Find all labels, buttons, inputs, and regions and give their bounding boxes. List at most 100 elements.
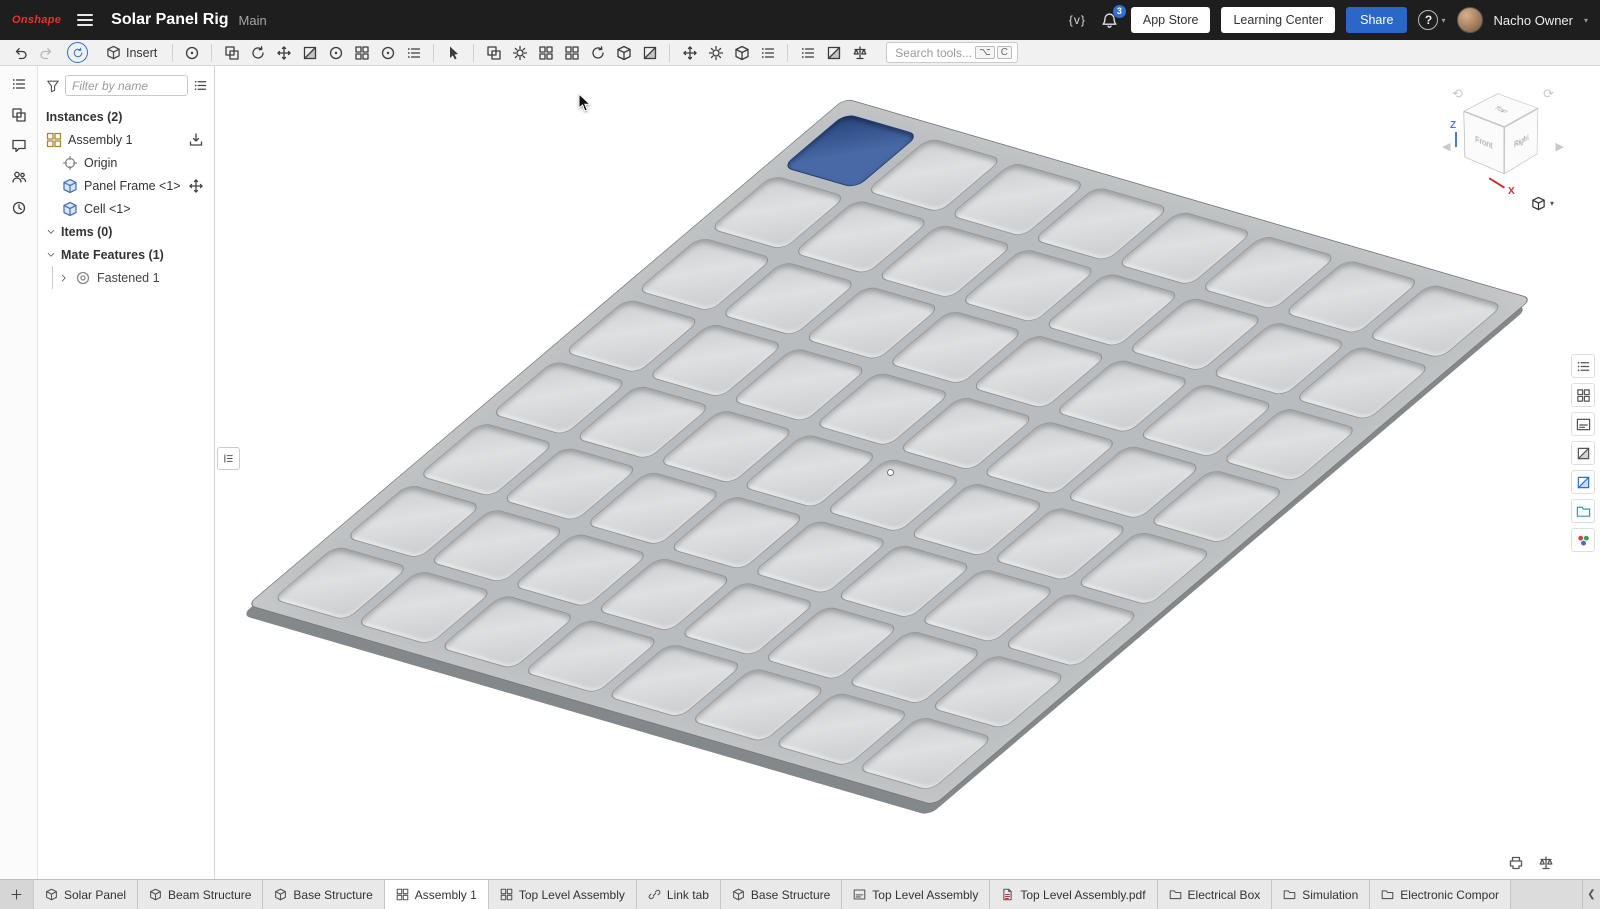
document-panel-icon[interactable] [1571, 354, 1595, 378]
mate-features-header[interactable]: Mate Features (1) [38, 243, 214, 266]
planar-mate-icon[interactable] [297, 41, 322, 64]
workspace-name[interactable]: Main [239, 13, 267, 28]
tab-beam-structure[interactable]: Beam Structure [138, 880, 263, 909]
redo-icon[interactable] [33, 41, 58, 64]
tree-item-cell[interactable]: Cell <1> [38, 197, 214, 220]
avatar[interactable] [1457, 7, 1483, 33]
share-button[interactable]: Share [1346, 7, 1407, 33]
mass-properties-icon[interactable] [847, 41, 872, 64]
appearance-panel-icon[interactable] [1571, 528, 1595, 552]
display-states-panel-icon[interactable] [1571, 470, 1595, 494]
circular-pattern-icon[interactable] [585, 41, 610, 64]
configurations-icon[interactable] [755, 41, 780, 64]
fastened-mate-icon[interactable] [219, 41, 244, 64]
mate-state-icon[interactable] [188, 178, 204, 194]
view-cube-body[interactable]: Top Front Right [1481, 102, 1522, 164]
toolbar-separator [669, 44, 670, 62]
orbit-mode-icon[interactable] [67, 42, 88, 63]
hamburger-menu-icon[interactable] [73, 10, 97, 30]
help-menu[interactable]: ? ▾ [1418, 10, 1445, 30]
parallel-mate-icon[interactable] [401, 41, 426, 64]
collaborators-icon[interactable] [11, 169, 27, 185]
tab-link-tab[interactable]: Link tab [637, 880, 721, 909]
help-icon[interactable]: ? [1418, 10, 1438, 30]
mate-relations-icon[interactable] [507, 41, 532, 64]
instances-header: Instances (2) [38, 105, 214, 128]
mate-connector-icon[interactable] [179, 41, 204, 64]
named-positions-icon[interactable] [703, 41, 728, 64]
history-icon[interactable] [11, 200, 27, 216]
replicate-icon[interactable] [533, 41, 558, 64]
help-caret-icon: ▾ [1441, 16, 1445, 25]
user-menu-caret-icon[interactable]: ▾ [1584, 16, 1588, 25]
tree-item-origin[interactable]: Origin [38, 151, 214, 174]
bom-table-panel-icon[interactable] [1571, 383, 1595, 407]
onshape-logo[interactable]: Onshape [12, 14, 61, 26]
tree-item-assembly[interactable]: Assembly 1 [38, 128, 214, 151]
revolute-mate-icon[interactable] [245, 41, 270, 64]
section-view-icon[interactable] [637, 41, 662, 64]
tab-electrical-box[interactable]: Electrical Box [1158, 880, 1273, 909]
tab-scroll-left-icon[interactable]: ❮ [1582, 880, 1600, 909]
tree-item-panel-frame[interactable]: Panel Frame <1> [38, 174, 214, 197]
viewport-3d[interactable]: ◀ ▶ ⟲ ⟳ Top Front Right Z X ▾ [215, 66, 1600, 879]
app-store-button[interactable]: App Store [1131, 7, 1211, 33]
roll-ccw-icon[interactable]: ⟲ [1452, 86, 1463, 102]
undo-icon[interactable] [8, 41, 33, 64]
document-title: Solar Panel Rig [111, 11, 228, 29]
chevron-right-icon[interactable] [59, 273, 69, 283]
select-tool-icon[interactable] [441, 41, 466, 64]
slider-mate-icon[interactable] [271, 41, 296, 64]
collapse-panel-button[interactable] [217, 447, 240, 470]
tabs-strip: Solar PanelBeam StructureBase StructureA… [34, 880, 1600, 909]
origin-point[interactable] [887, 469, 894, 476]
cylindrical-mate-icon[interactable] [323, 41, 348, 64]
notifications-bell-icon[interactable]: 3 [1099, 10, 1120, 31]
mass-properties-icon[interactable] [1538, 855, 1554, 871]
tab-base-structure[interactable]: Base Structure [263, 880, 384, 909]
tab-base-structure[interactable]: Base Structure [721, 880, 842, 909]
tab-electronic-compor[interactable]: Electronic Compor [1370, 880, 1511, 909]
tab-top-level-assembly[interactable]: Top Level Assembly [842, 880, 990, 909]
solar-panel-frame[interactable] [247, 98, 1533, 806]
named-views-panel-icon[interactable] [1571, 441, 1595, 465]
view-options-caret-icon: ▾ [1550, 199, 1554, 208]
ball-mate-icon[interactable] [375, 41, 400, 64]
list-options-icon[interactable] [193, 78, 208, 93]
display-states-icon[interactable] [729, 41, 754, 64]
insert-button[interactable]: Insert [97, 41, 166, 64]
comments-icon[interactable] [11, 138, 27, 154]
filter-input[interactable] [65, 75, 188, 96]
user-name[interactable]: Nacho Owner [1494, 13, 1573, 28]
tab-solar-panel[interactable]: Solar Panel [34, 880, 138, 909]
feature-list-icon[interactable] [11, 76, 27, 92]
tab-top-level-assembly[interactable]: Top Level Assembly [489, 880, 637, 909]
cut-list-panel-icon[interactable] [1571, 412, 1595, 436]
rotate-right-icon[interactable]: ▶ [1556, 140, 1564, 153]
items-header[interactable]: Items (0) [38, 220, 214, 243]
measure-icon[interactable] [821, 41, 846, 64]
pin-slot-mate-icon[interactable] [349, 41, 374, 64]
exploded-view-icon[interactable] [677, 41, 702, 64]
z-axis-line [1455, 132, 1457, 147]
tool-search[interactable]: ⌥ C [886, 42, 1018, 63]
group-icon[interactable] [481, 41, 506, 64]
tab-assembly-1[interactable]: Assembly 1 [385, 880, 489, 909]
tab-simulation[interactable]: Simulation [1272, 880, 1370, 909]
print-icon[interactable] [1508, 855, 1524, 871]
tab-top-level-assembly-pdf[interactable]: Top Level Assembly.pdf [990, 880, 1157, 909]
linear-pattern-icon[interactable] [559, 41, 584, 64]
create-tab-button[interactable] [0, 880, 34, 909]
sheet-metal-panel-icon[interactable] [1571, 499, 1595, 523]
tool-search-input[interactable] [895, 46, 973, 60]
view-options-button[interactable]: ▾ [1531, 196, 1554, 211]
standard-content-icon[interactable] [611, 41, 636, 64]
learning-center-button[interactable]: Learning Center [1221, 7, 1335, 33]
bom-table-icon[interactable] [795, 41, 820, 64]
tree-item-fastened[interactable]: Fastened 1 [38, 266, 214, 289]
insert-instance-icon[interactable] [188, 132, 204, 148]
roll-cw-icon[interactable]: ⟳ [1543, 86, 1554, 102]
version-manager-icon[interactable]: {v} [1067, 11, 1088, 29]
parts-panel-icon[interactable] [11, 107, 27, 123]
rotate-left-icon[interactable]: ◀ [1442, 140, 1450, 153]
